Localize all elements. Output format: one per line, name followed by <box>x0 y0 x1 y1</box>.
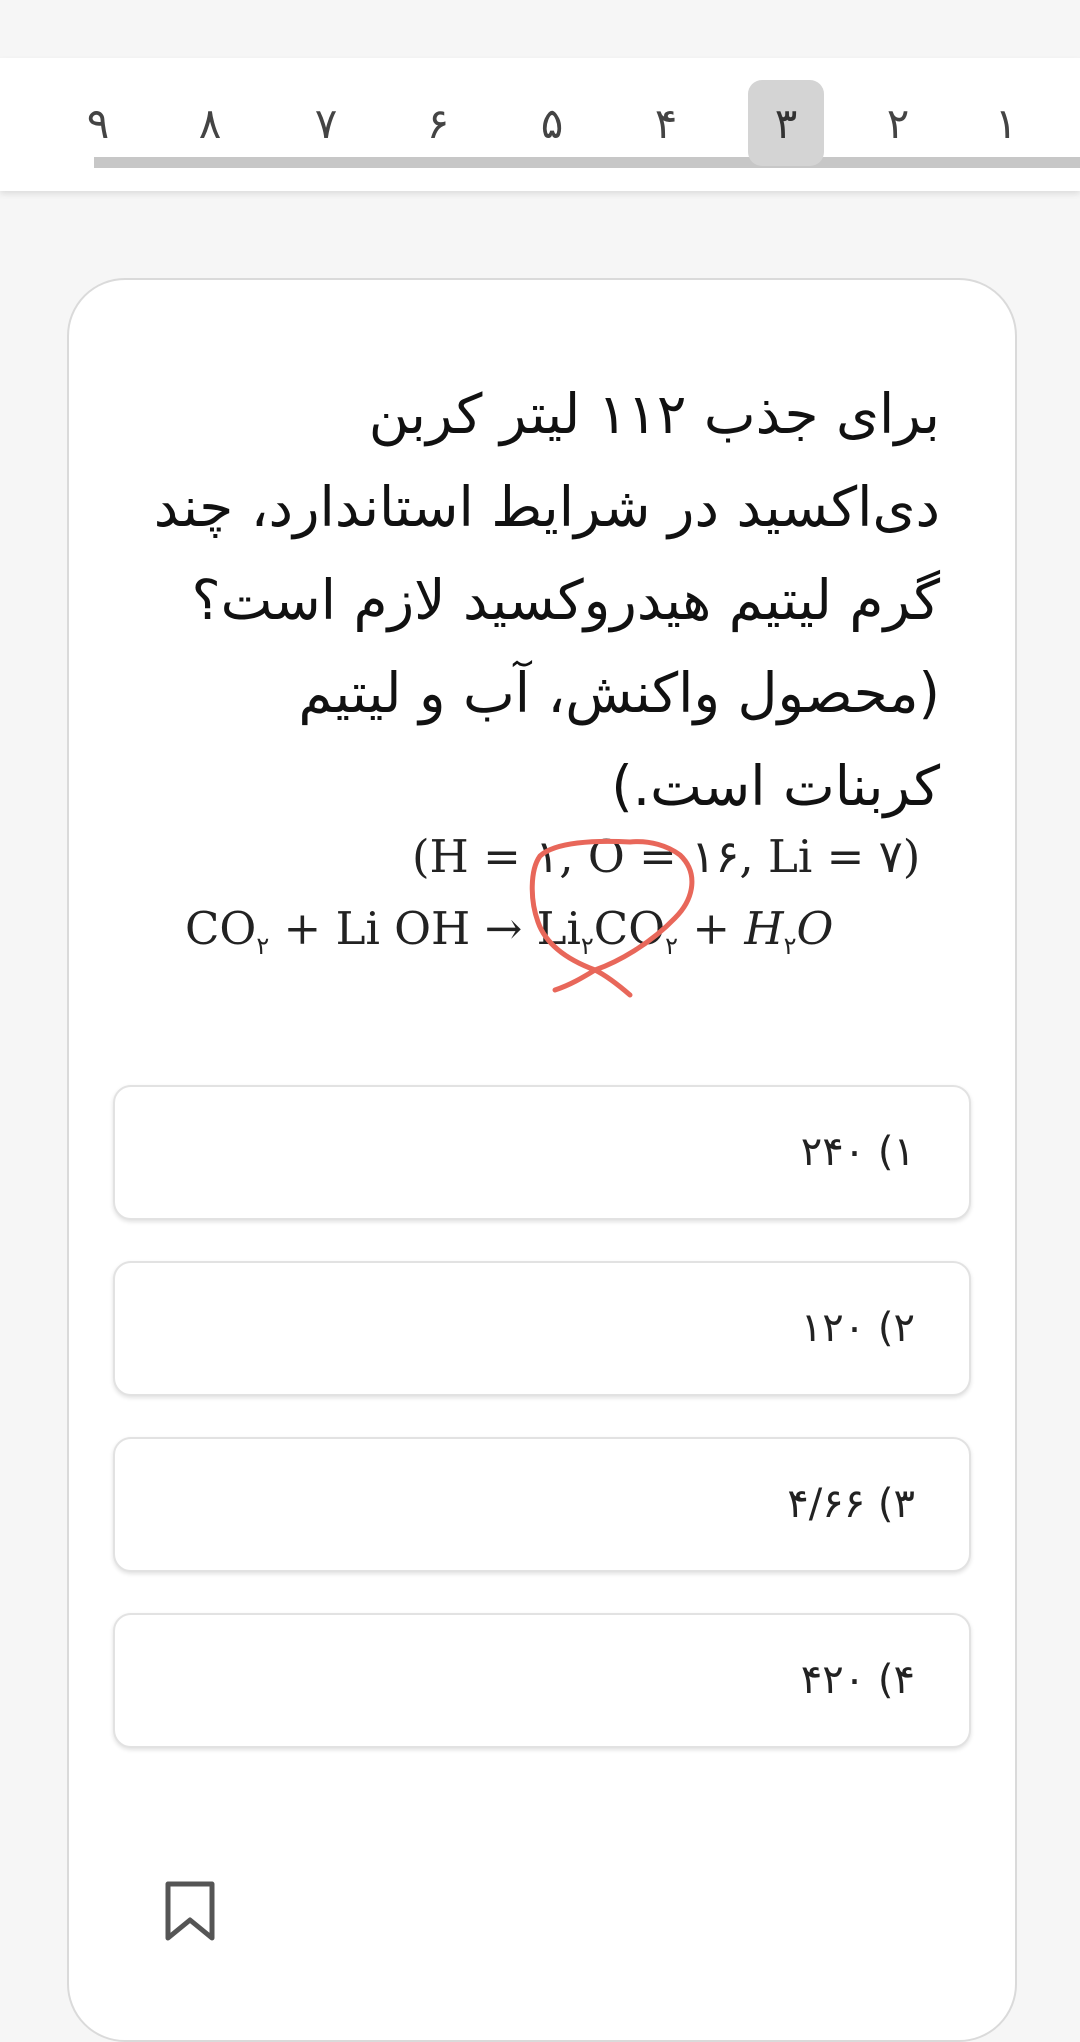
eq-co2: CO <box>185 902 257 955</box>
option-1-button[interactable]: ۱) ۲۴۰ <box>113 1085 971 1220</box>
option-2-button[interactable]: ۲) ۱۲۰ <box>113 1261 971 1396</box>
option-2-label: ۲) ۱۲۰ <box>800 1305 915 1351</box>
nav-tab-3-active[interactable]: ۳ <box>748 80 824 166</box>
nav-tab-5[interactable]: ۵ <box>514 80 590 166</box>
nav-tab-4[interactable]: ۴ <box>628 80 704 166</box>
nav-tab-2[interactable]: ۲ <box>860 80 936 166</box>
eq-co2-sub: ۲ <box>256 932 270 960</box>
eq-h2-sub: ۲ <box>783 932 797 960</box>
option-1-label: ۱) ۲۴۰ <box>800 1129 915 1175</box>
eq-lioh: Li OH <box>335 902 471 955</box>
nav-tab-1[interactable]: ۱ <box>968 80 1044 166</box>
nav-tab-6[interactable]: ۶ <box>400 80 476 166</box>
handwritten-annotation <box>529 838 695 998</box>
nav-tab-9[interactable]: ۹ <box>60 80 136 166</box>
option-4-label: ۴) ۴۲۰ <box>800 1657 915 1703</box>
nav-tab-8[interactable]: ۸ <box>172 80 248 166</box>
option-4-button[interactable]: ۴) ۴۲۰ <box>113 1613 971 1748</box>
option-3-button[interactable]: ۳) ۴/۶۶ <box>113 1437 971 1572</box>
question-text: برای جذب ۱۱۲ لیتر کربن دی‌اکسید در شرایط… <box>153 382 940 818</box>
option-3-label: ۳) ۴/۶۶ <box>787 1481 915 1527</box>
bookmark-icon[interactable] <box>162 1880 218 1942</box>
eq-h2: H <box>744 902 784 955</box>
eq-plus-1: + <box>283 902 322 955</box>
nav-tab-7[interactable]: ۷ <box>288 80 364 166</box>
eq-o: O <box>796 902 834 955</box>
